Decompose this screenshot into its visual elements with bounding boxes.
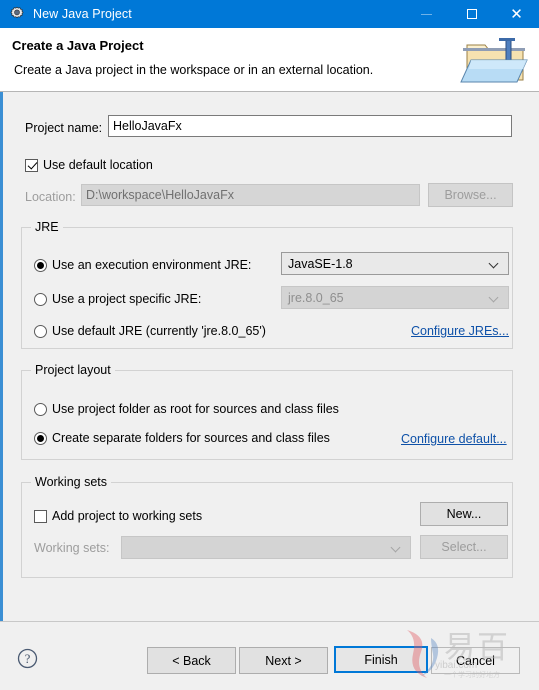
new-java-project-dialog: New Java Project ✕ Create a Java Project… [0,0,539,690]
working-sets-group-title: Working sets [31,475,112,489]
close-icon: ✕ [510,4,523,23]
add-to-working-sets-checkbox[interactable] [34,509,47,523]
project-jre-value: jre.8.0_65 [288,290,344,305]
browse-button[interactable]: Browse... [428,183,513,207]
working-sets-label: Working sets: [34,541,110,555]
jre-option-execution-env[interactable]: Use an execution environment JRE: [34,258,251,272]
svg-text:?: ? [25,652,31,666]
maximize-button[interactable] [449,0,494,28]
jre-project-specific-label: Use a project specific JRE: [52,292,202,306]
new-working-set-button[interactable]: New... [420,502,508,526]
jre-execution-env-label: Use an execution environment JRE: [52,258,252,272]
page-title: Create a Java Project [12,38,144,53]
jre-execution-env-radio[interactable] [34,258,47,272]
jre-default-label: Use default JRE (currently 'jre.8.0_65') [52,324,266,338]
maximize-icon [466,9,477,19]
help-icon[interactable]: ? [17,648,38,669]
execution-environment-combo[interactable]: JavaSE-1.8 [281,252,509,275]
configure-default-link[interactable]: Configure default... [401,432,507,446]
project-name-input[interactable]: HelloJavaFx [108,115,512,137]
configure-jres-link[interactable]: Configure JREs... [411,324,509,338]
execution-environment-value: JavaSE-1.8 [288,256,353,271]
jre-group-title: JRE [31,220,63,234]
dialog-body: Project name: HelloJavaFx Use default lo… [0,92,539,621]
java-folder-icon [459,32,531,88]
minimize-button[interactable] [404,0,449,28]
use-default-location-checkbox[interactable] [25,158,38,172]
chevron-down-icon [490,259,499,268]
title-bar: New Java Project ✕ [0,0,539,28]
layout-project-folder-label: Use project folder as root for sources a… [52,402,339,416]
window-title: New Java Project [33,7,132,21]
use-default-location-label: Use default location [43,158,153,172]
chevron-down-icon [392,543,401,552]
project-jre-combo[interactable]: jre.8.0_65 [281,286,509,309]
layout-separate-folders-radio[interactable] [34,431,47,445]
working-sets-combo[interactable] [121,536,411,559]
layout-option-project-folder[interactable]: Use project folder as root for sources a… [34,402,339,416]
add-to-working-sets-label: Add project to working sets [52,509,203,523]
jre-default-radio[interactable] [34,324,47,338]
location-label: Location: [25,190,76,204]
finish-button[interactable]: Finish [334,646,428,673]
layout-option-separate-folders[interactable]: Create separate folders for sources and … [34,431,330,445]
location-input[interactable]: D:\workspace\HelloJavaFx [81,184,420,206]
use-default-location-row[interactable]: Use default location [25,158,153,172]
layout-project-folder-radio[interactable] [34,402,47,416]
window-controls: ✕ [404,0,539,28]
close-button[interactable]: ✕ [494,0,539,28]
jre-project-specific-radio[interactable] [34,292,47,306]
chevron-down-icon [490,293,499,302]
page-description: Create a Java project in the workspace o… [14,63,374,77]
jre-option-default[interactable]: Use default JRE (currently 'jre.8.0_65') [34,324,266,338]
cancel-button[interactable]: Cancel [431,647,520,674]
select-working-set-button[interactable]: Select... [420,535,508,559]
add-to-working-sets-row[interactable]: Add project to working sets [34,509,202,523]
gear-icon [9,6,25,22]
working-sets-group: Working sets [21,475,513,578]
dialog-header: Create a Java Project Create a Java proj… [0,28,539,92]
project-name-label: Project name: [25,121,103,135]
jre-option-project-specific[interactable]: Use a project specific JRE: [34,292,201,306]
minimize-icon [421,13,432,15]
project-layout-group-title: Project layout [31,363,115,377]
back-button[interactable]: < Back [147,647,236,674]
next-button[interactable]: Next > [239,647,328,674]
layout-separate-folders-label: Create separate folders for sources and … [52,431,330,445]
